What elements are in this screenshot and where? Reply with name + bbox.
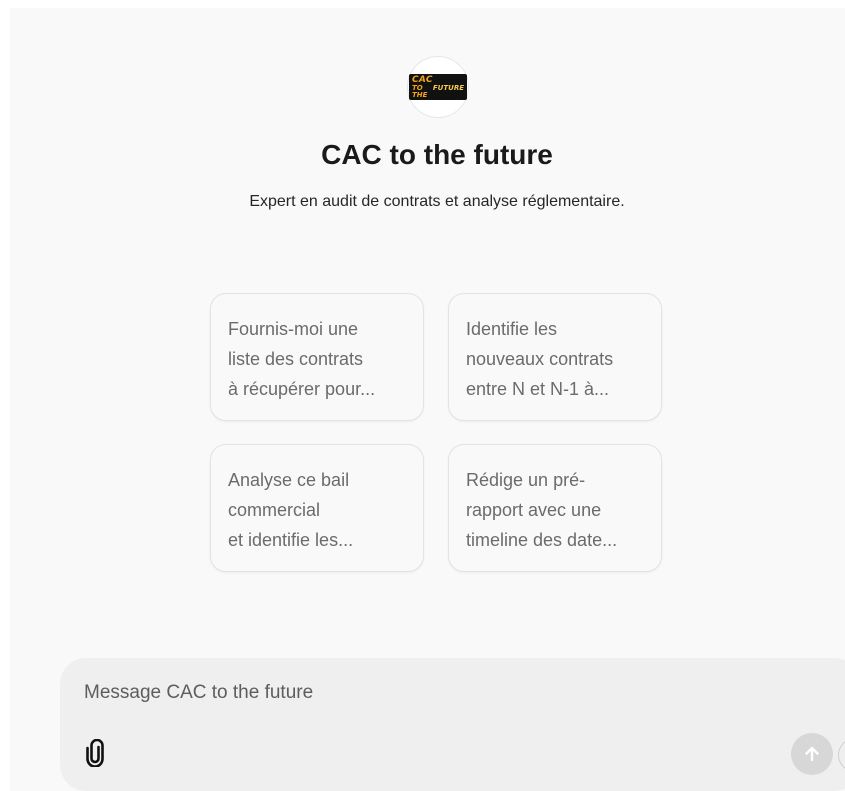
suggestion-card-3[interactable]: Analyse ce bail commercial et identifie … bbox=[210, 444, 424, 572]
logo-line-2: TO THE FUTURE bbox=[412, 83, 464, 99]
logo-line-2a: TO THE bbox=[412, 83, 428, 99]
suggestion-line: liste des contrats bbox=[228, 349, 364, 369]
suggestion-line: timeline des date... bbox=[466, 530, 618, 550]
suggestion-line: entre N et N-1 à... bbox=[466, 379, 610, 399]
message-input[interactable] bbox=[84, 682, 764, 704]
suggestion-card-4[interactable]: Rédige un pré- rapport avec une timeline… bbox=[448, 444, 662, 572]
suggestion-line: Identifie les bbox=[466, 319, 558, 339]
message-composer bbox=[60, 658, 845, 791]
gpt-title: CAC to the future bbox=[321, 139, 553, 170]
chat-window: CAC TO THE FUTURE CAC to the future Expe… bbox=[10, 8, 845, 791]
suggestion-line: rapport avec une bbox=[466, 500, 602, 520]
suggestion-card-1[interactable]: Fournis-moi une liste des contrats à réc… bbox=[210, 293, 424, 421]
send-button[interactable] bbox=[791, 733, 833, 775]
suggestion-line: et identifie les... bbox=[228, 530, 354, 550]
gpt-logo: CAC TO THE FUTURE bbox=[409, 74, 467, 100]
paperclip-icon[interactable] bbox=[82, 738, 108, 768]
suggestion-line: commercial bbox=[228, 500, 321, 520]
more-button[interactable] bbox=[838, 738, 845, 772]
suggestion-line: nouveaux contrats bbox=[466, 349, 614, 369]
suggestion-line: à récupérer pour... bbox=[228, 379, 376, 399]
arrow-up-icon bbox=[805, 746, 819, 762]
logo-line-2b: FUTURE bbox=[432, 83, 464, 92]
suggestion-card-2[interactable]: Identifie les nouveaux contrats entre N … bbox=[448, 293, 662, 421]
gpt-description: Expert en audit de contrats et analyse r… bbox=[249, 193, 625, 210]
gpt-avatar: CAC TO THE FUTURE bbox=[407, 56, 469, 118]
suggestion-line: Analyse ce bail bbox=[228, 470, 350, 490]
suggestion-line: Fournis-moi une bbox=[228, 319, 359, 339]
suggestion-line: Rédige un pré- bbox=[466, 470, 586, 490]
